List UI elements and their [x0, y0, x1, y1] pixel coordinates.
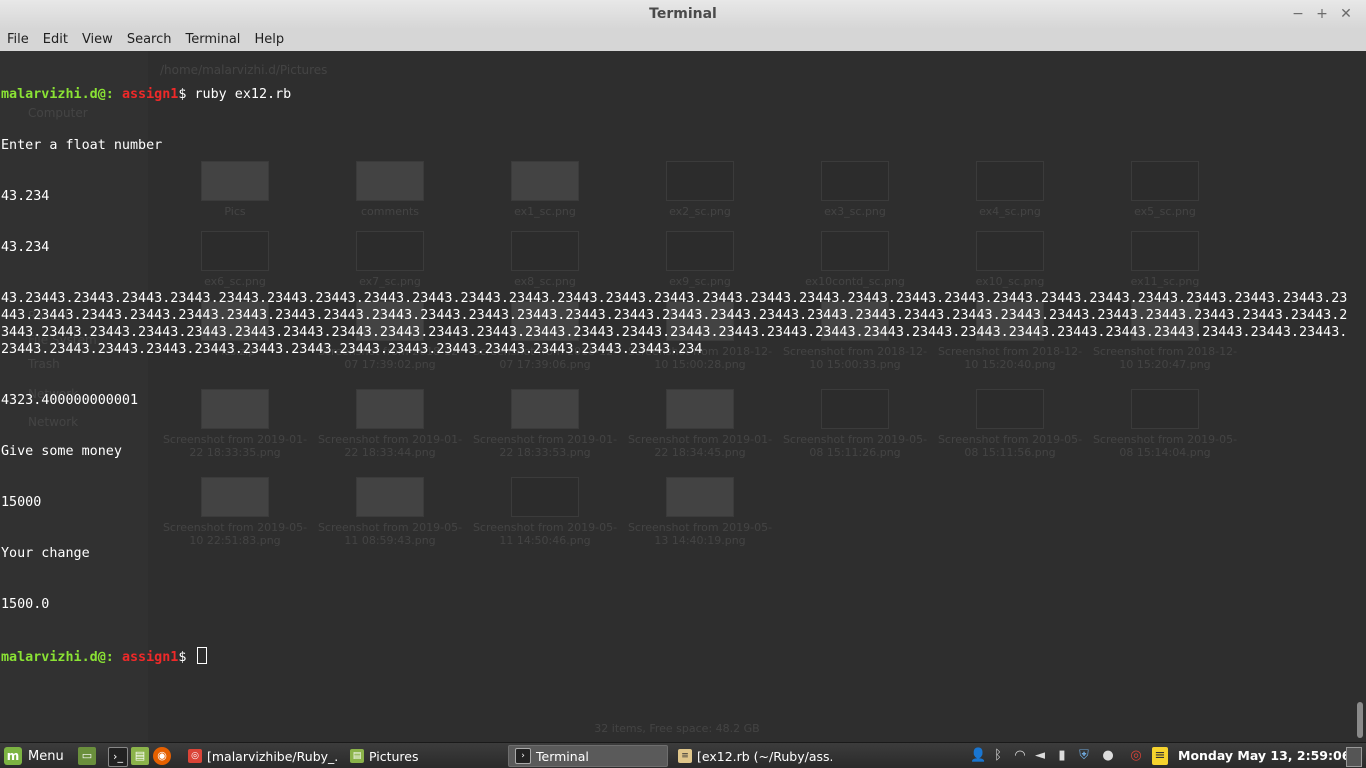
close-button[interactable]: ✕ [1336, 5, 1356, 23]
window-titlebar[interactable]: Terminal − + ✕ [0, 0, 1366, 30]
taskbar: m Menu ▭ ›_ ▤ ◉ ◎ [malarvizhibe/Ruby_...… [0, 742, 1366, 768]
command-text: ruby ex12.rb [194, 87, 292, 102]
window-title: Terminal [649, 6, 717, 22]
output-line: 4323.400000000001 [1, 393, 139, 408]
start-menu-button[interactable]: m Menu [4, 743, 64, 768]
prompt-symbol: $ [178, 650, 187, 665]
task-text-editor[interactable]: ≡ [ex12.rb (~/Ruby/ass... [672, 745, 832, 767]
menu-search[interactable]: Search [120, 29, 179, 51]
menu-help[interactable]: Help [247, 29, 291, 51]
mint-logo-icon: m [4, 747, 22, 765]
terminal-launcher-icon[interactable]: ›_ [108, 747, 128, 767]
chrome-tray-icon[interactable]: ◎ [1128, 747, 1144, 765]
output-line: Enter a float number [1, 138, 163, 153]
folder-icon: ▤ [350, 749, 364, 763]
prompt-dir: assign1 [121, 650, 179, 665]
show-desktop-corner-icon[interactable] [1346, 747, 1362, 767]
firefox-launcher-icon[interactable]: ◉ [153, 747, 171, 765]
task-chrome[interactable]: ◎ [malarvizhibe/Ruby_... [182, 745, 338, 767]
task-terminal[interactable]: › Terminal [508, 745, 668, 767]
output-line: Your change [1, 546, 90, 561]
output-line: 15000 [1, 495, 42, 510]
menu-edit[interactable]: Edit [36, 29, 75, 51]
file-manager-status: 32 items, Free space: 48.2 GB [594, 722, 760, 735]
output-line: 43.234 [1, 240, 50, 255]
output-line: Give some money [1, 444, 122, 459]
show-desktop-icon[interactable]: ▭ [78, 747, 96, 765]
task-label: Pictures [369, 748, 419, 764]
minimize-button[interactable]: − [1288, 5, 1308, 23]
maximize-button[interactable]: + [1312, 5, 1332, 23]
clock[interactable]: Monday May 13, 2:59:06 PM [1178, 743, 1366, 768]
output-line: 43.234 [1, 189, 50, 204]
notes-icon[interactable]: ≡ [1152, 747, 1168, 765]
task-pictures[interactable]: ▤ Pictures [344, 745, 504, 767]
files-launcher-icon[interactable]: ▤ [131, 747, 149, 765]
terminal-scrollbar[interactable] [1354, 51, 1366, 742]
prompt-user: malarvizhi.d@: [1, 650, 114, 665]
menu-file[interactable]: File [0, 29, 36, 51]
menu-bar: File Edit View Search Terminal Help [0, 29, 1366, 51]
current-prompt-line[interactable]: malarvizhi.d@: assign1$ [1, 647, 1351, 666]
menu-view[interactable]: View [75, 29, 120, 51]
task-label: [malarvizhibe/Ruby_... [207, 748, 338, 764]
prompt-dir: assign1 [121, 87, 179, 102]
scrollbar-thumb[interactable] [1357, 702, 1363, 738]
output-line: 43.23443.23443.23443.23443.23443.23443.2… [1, 291, 1348, 357]
prompt-symbol: $ [178, 87, 187, 102]
bluetooth-icon[interactable]: ᛒ [990, 747, 1006, 765]
command-line: malarvizhi.d@: assign1$ ruby ex12.rb [1, 86, 1351, 103]
prompt-user: malarvizhi.d@: [1, 87, 114, 102]
notification-icon[interactable]: ● [1100, 747, 1116, 765]
start-menu-label: Menu [28, 748, 64, 764]
text-cursor [196, 647, 207, 664]
terminal-output[interactable]: malarvizhi.d@: assign1$ ruby ex12.rb Ent… [1, 52, 1351, 700]
battery-icon[interactable]: ▮ [1054, 747, 1070, 765]
shield-icon[interactable]: ⛨ [1076, 747, 1092, 765]
terminal-icon: › [515, 748, 531, 764]
chrome-icon: ◎ [188, 749, 202, 763]
user-icon[interactable]: 👤 [970, 747, 986, 765]
terminal-area[interactable]: Computer Recent File System Trash Networ… [0, 51, 1354, 742]
task-label: Terminal [536, 748, 589, 764]
menu-terminal[interactable]: Terminal [178, 29, 247, 51]
text-editor-icon: ≡ [678, 749, 692, 763]
wifi-icon[interactable]: ◠ [1012, 747, 1028, 765]
task-label: [ex12.rb (~/Ruby/ass... [697, 748, 832, 764]
output-line: 1500.0 [1, 597, 50, 612]
volume-icon[interactable]: ◄ [1032, 747, 1048, 765]
